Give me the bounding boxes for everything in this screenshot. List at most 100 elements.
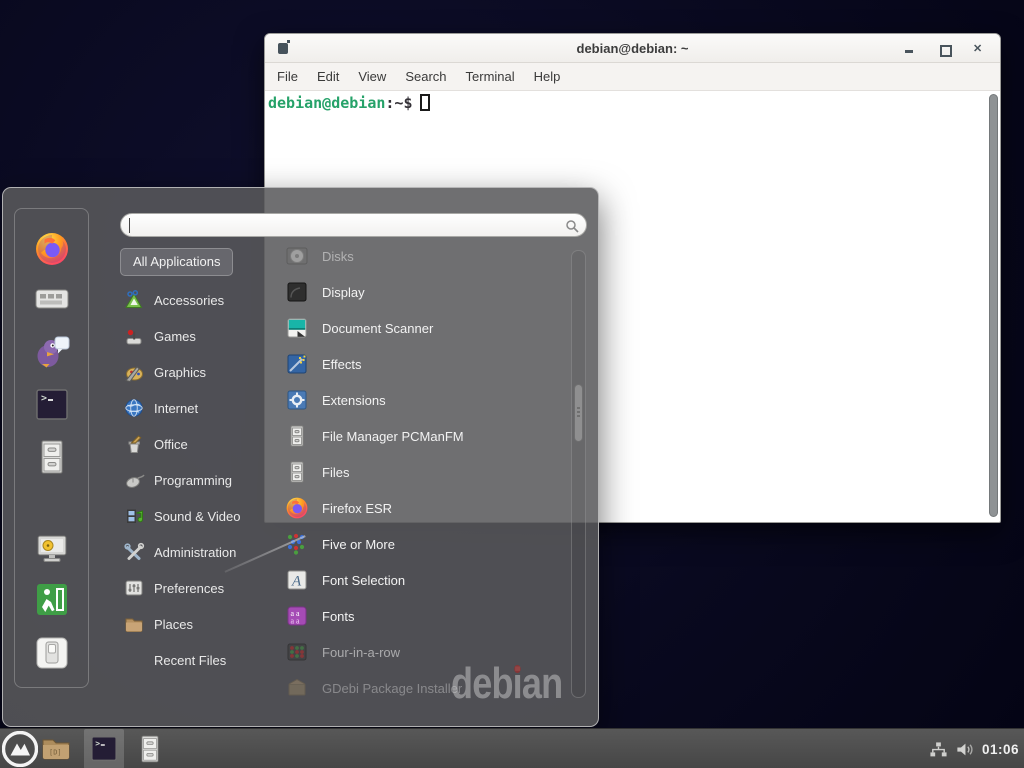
svg-text:>: > [95,739,100,748]
firefox-icon [284,495,310,521]
category-label: Accessories [154,293,224,308]
app-five-or-more[interactable]: Five or More [284,526,574,562]
category-internet[interactable]: Internet [120,390,270,426]
app-file-manager-pcmanfm[interactable]: File Manager PCManFM [284,418,574,454]
terminal-menu-file[interactable]: File [277,69,298,84]
category-label: Preferences [154,581,224,596]
app-display[interactable]: Display [284,274,574,310]
taskbar: [D] > 01:06 [0,728,1024,768]
terminal-menu-help[interactable]: Help [534,69,561,84]
app-document-scanner[interactable]: Document Scanner [284,310,574,346]
category-sound-video[interactable]: Sound & Video [120,498,270,534]
category-accessories[interactable]: Accessories [120,282,270,318]
favorite-logout-icon[interactable] [32,580,72,620]
terminal-title: debian@debian: ~ [265,34,1000,63]
places-icon [123,613,145,635]
maximize-icon[interactable] [931,34,957,63]
category-label: Graphics [154,365,206,380]
terminal-menubar: File Edit View Search Terminal Help [265,63,1000,91]
office-icon [123,433,145,455]
category-all-applications[interactable]: All Applications [120,248,233,276]
svg-text:A: A [291,574,302,590]
terminal-menu-edit[interactable]: Edit [317,69,339,84]
app-label: Display [322,285,365,300]
menu-scrollbar-track[interactable] [571,250,586,698]
volume-icon[interactable] [955,741,974,758]
category-administration[interactable]: Administration [120,534,270,570]
favorite-lock-screen-icon[interactable] [32,528,72,568]
document-scanner-icon [284,315,310,341]
prompt-user: debian@debian [268,94,385,112]
app-extensions[interactable]: Extensions [284,382,574,418]
menu-scrollbar-thumb[interactable] [574,384,583,442]
terminal-menu-terminal[interactable]: Terminal [466,69,515,84]
search-input[interactable] [131,216,551,234]
games-icon [123,325,145,347]
favorite-shutdown-icon[interactable] [32,633,72,673]
app-label: Document Scanner [322,321,433,336]
file-manager-launcher[interactable]: [D] [40,733,72,765]
favorite-pidgin-icon[interactable] [32,332,72,372]
favorite-file-cabinet-icon[interactable] [32,437,72,477]
close-icon[interactable] [965,34,991,63]
watermark-text: debian [451,659,562,708]
app-label: Font Selection [322,573,405,588]
graphics-icon [123,361,145,383]
category-places[interactable]: Places [120,606,270,642]
category-preferences[interactable]: Preferences [120,570,270,606]
taskbar-tray: 01:06 [929,729,1019,768]
gdebi-icon [284,675,310,701]
category-office[interactable]: Office [120,426,270,462]
category-games[interactable]: Games [120,318,270,354]
files-launcher[interactable] [134,733,166,765]
menu-logo-icon [2,731,38,767]
favorite-firefox-icon[interactable] [32,229,72,269]
svg-text:[D]: [D] [49,749,62,757]
terminal-titlebar[interactable]: debian@debian: ~ [265,34,1000,63]
terminal-scrollbar[interactable] [989,94,998,517]
programming-icon [123,469,145,491]
category-programming[interactable]: Programming [120,462,270,498]
display-icon [284,279,310,305]
terminal-menu-search[interactable]: Search [405,69,446,84]
category-label: Office [154,437,188,452]
accessories-icon [123,289,145,311]
category-graphics[interactable]: Graphics [120,354,270,390]
category-label: Administration [154,545,236,560]
category-label: Programming [154,473,232,488]
app-label: Files [322,465,349,480]
preferences-icon [123,577,145,599]
category-label: Internet [154,401,198,416]
prompt-suffix: :~$ [385,94,412,112]
fonts-icon: a aa a [284,603,310,629]
network-icon[interactable] [929,741,948,758]
app-fonts[interactable]: a aa aFonts [284,598,574,634]
tray-icons [929,741,974,758]
app-effects[interactable]: Effects [284,346,574,382]
effects-icon [284,351,310,377]
category-label: Places [154,617,193,632]
app-disks[interactable]: Disks [284,238,574,274]
app-label: GDebi Package Installer [322,681,462,696]
app-firefox-esr[interactable]: Firefox ESR [284,490,574,526]
app-label: Four-in-a-row [322,645,400,660]
terminal-menu-view[interactable]: View [358,69,386,84]
favorite-terminal-icon[interactable]: > [32,385,72,425]
app-files[interactable]: Files [284,454,574,490]
terminal-cursor [420,94,430,111]
application-list: Disks Display Document Scanner Effects Exten… [284,238,574,710]
favorite-control-center-icon[interactable] [32,279,72,319]
clock[interactable]: 01:06 [982,742,1019,757]
application-menu: > All Applications Accessories Games Graphi… [2,187,599,727]
file-manager-icon [284,423,310,449]
category-recent-files[interactable]: Recent Files [120,642,270,678]
font-selection-icon: A [284,567,310,593]
disks-icon [284,243,310,269]
menu-button[interactable] [2,731,38,767]
minimize-icon[interactable] [896,34,922,63]
terminal-window-button[interactable]: > [84,729,124,768]
app-font-selection[interactable]: A Font Selection [284,562,574,598]
app-label: Extensions [322,393,386,408]
app-label: Effects [322,357,362,372]
text-caret [129,218,130,233]
